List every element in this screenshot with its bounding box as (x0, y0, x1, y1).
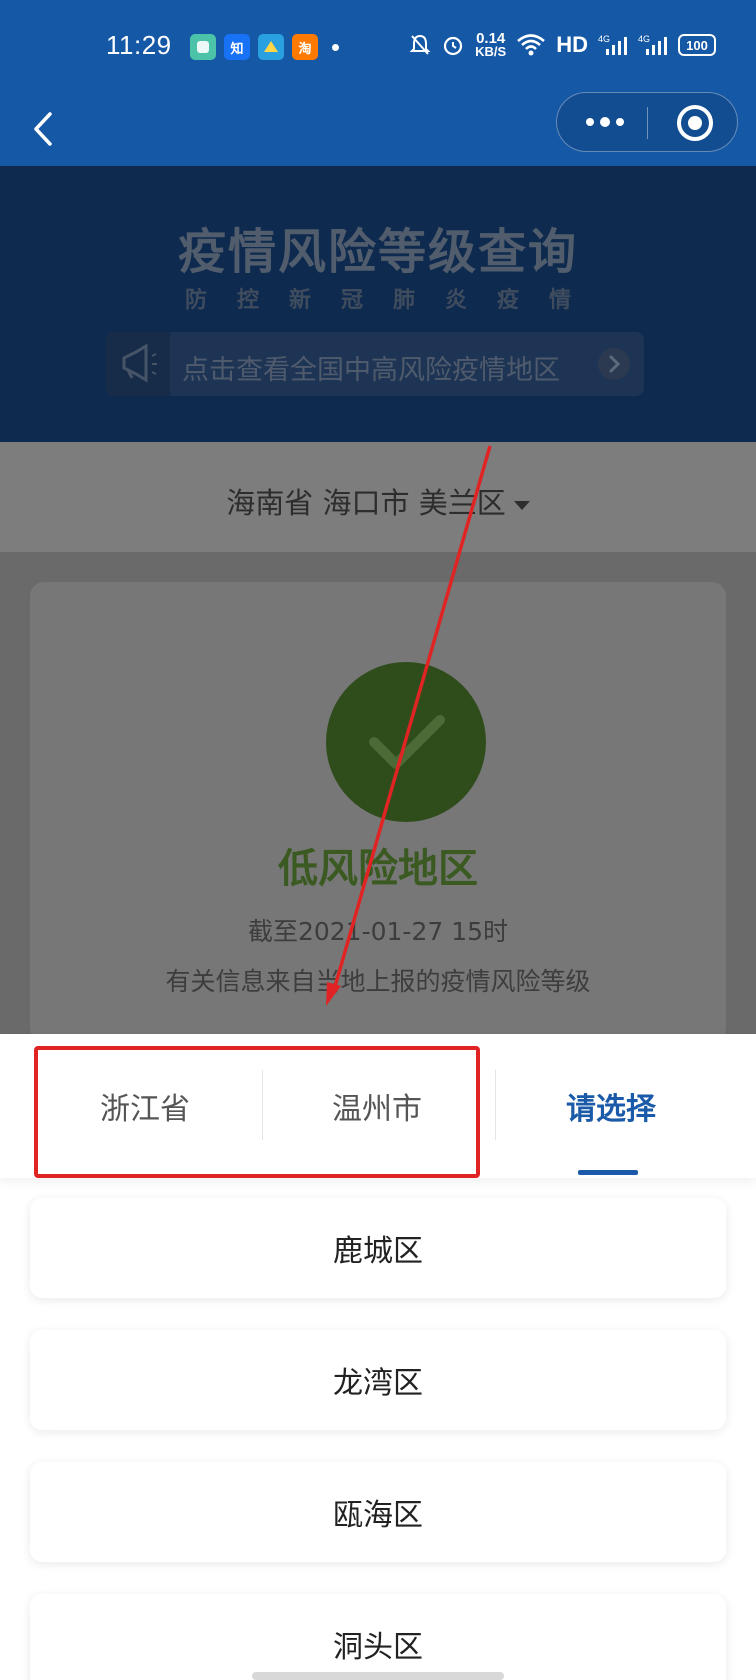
close-mini-program-button[interactable] (677, 105, 713, 141)
picker-tabs: 浙江省 温州市 请选择 (0, 1034, 756, 1178)
more-notifications-dot (332, 43, 339, 51)
risk-level-label: 低风险地区 (278, 846, 478, 892)
net-speed: 0.14 KB/S (475, 30, 507, 59)
list-item[interactable]: 洞头区 (30, 1594, 726, 1680)
chevron-right-icon (598, 348, 630, 380)
list-item[interactable]: 瓯海区 (30, 1462, 726, 1562)
status-time: 11:29 (106, 30, 172, 60)
hd-label: HD (556, 32, 588, 57)
status-indicators: 0.14 KB/S HD 4G 4G 100 (409, 30, 716, 59)
risk-result-card: 低风险地区 截至2021-01-27 15时 有关信息来自当地上报的疫情风险等级 (30, 582, 726, 1042)
notice-text: 点击查看全国中高风险疫情地区 (182, 355, 560, 386)
taobao-app-icon: 淘 (292, 34, 318, 60)
risk-info-text: 有关信息来自当地上报的疫情风险等级 (165, 967, 591, 996)
back-button[interactable] (26, 104, 66, 154)
tab-district[interactable]: 请选择 (486, 1034, 736, 1178)
status-bar: 11:29 知 淘 0.14 KB/S HD 4G 4G 100 (0, 0, 756, 92)
list-item[interactable]: 鹿城区 (30, 1198, 726, 1298)
battery-icon: 100 (678, 34, 716, 56)
signal-4g-icon: 4G (598, 34, 627, 55)
region-picker-sheet: 浙江省 温州市 请选择 鹿城区 龙湾区 瓯海区 洞头区 (0, 1034, 756, 1680)
header-banner: 疫情风险等级查询 防控新冠肺炎疫情 点击查看全国中高风险疫情地区 (0, 166, 756, 442)
high-risk-notice-link[interactable]: 点击查看全国中高风险疫情地区 (106, 332, 644, 396)
annotation-highlight-box (34, 1046, 480, 1178)
list-item[interactable]: 龙湾区 (30, 1330, 726, 1430)
region-selector[interactable]: 海南省 海口市 美兰区 (0, 442, 756, 552)
megaphone-icon (106, 332, 170, 396)
checkmark-icon (326, 662, 486, 822)
page-title: 疫情风险等级查询 (177, 224, 578, 280)
mini-program-capsule (556, 92, 738, 152)
capsule-divider (647, 107, 648, 139)
mini-program-nav-bar (0, 92, 756, 166)
maps-app-icon (258, 34, 284, 60)
more-options-button[interactable] (575, 93, 635, 151)
alarm-icon (444, 36, 463, 56)
zhihu-app-icon: 知 (224, 34, 250, 60)
notification-app-icons: 知 淘 (190, 34, 339, 60)
region-selector-label: 海南省 海口市 美兰区 (226, 486, 506, 520)
svg-text:4G: 4G (598, 34, 610, 44)
chevron-left-icon (34, 112, 52, 146)
signal-4g-icon: 4G (638, 34, 667, 55)
risk-update-time: 截至2021-01-27 15时 (247, 917, 509, 946)
svg-text:4G: 4G (638, 34, 650, 44)
caret-down-icon (513, 500, 530, 510)
page-subtitle: 防控新冠肺炎疫情 (184, 288, 601, 313)
home-indicator[interactable] (252, 1672, 504, 1680)
wifi-icon (517, 34, 546, 56)
active-tab-underline (578, 1170, 638, 1175)
messages-app-icon (190, 34, 216, 60)
mute-icon (409, 34, 431, 55)
